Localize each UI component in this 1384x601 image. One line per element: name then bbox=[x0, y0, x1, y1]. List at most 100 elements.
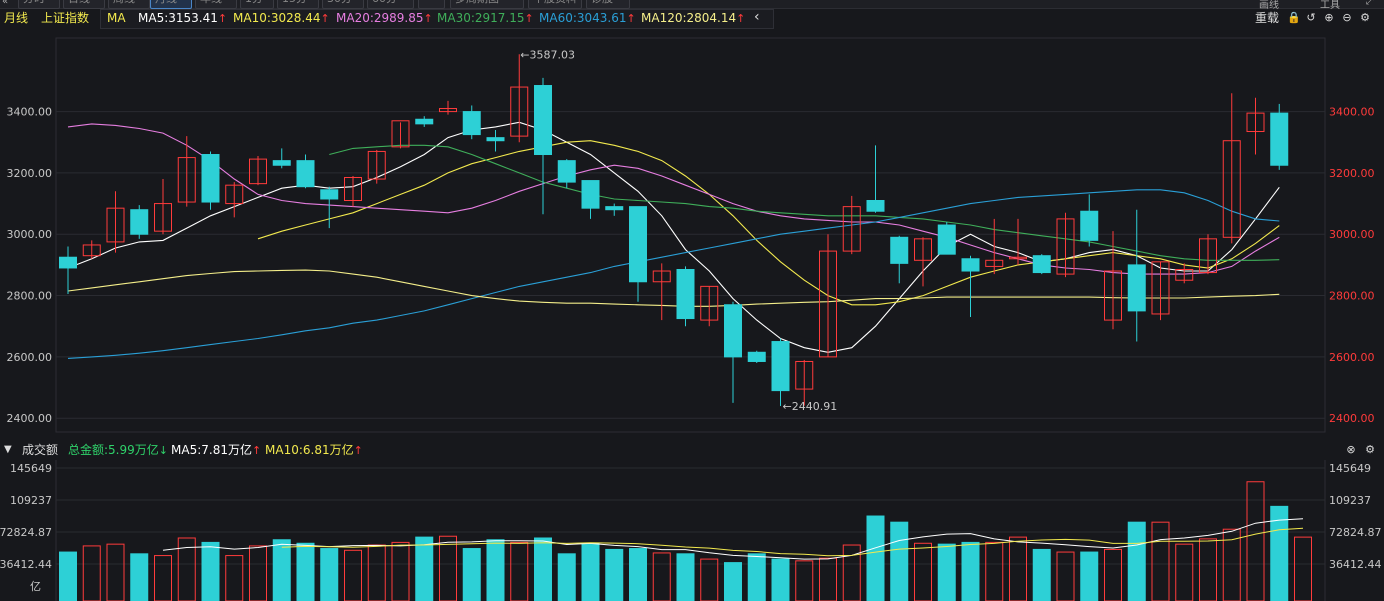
volume-bar bbox=[272, 539, 291, 601]
volume-bar bbox=[486, 539, 505, 601]
candle-body bbox=[415, 118, 434, 125]
volume-bar bbox=[1199, 538, 1217, 601]
vol-tick-left: 145649 bbox=[10, 462, 52, 475]
candle-body bbox=[1270, 112, 1289, 166]
y-tick-left: 2400.00 bbox=[7, 412, 53, 425]
candle-body bbox=[605, 206, 624, 211]
high-annotation: ←3587.03 bbox=[520, 48, 575, 61]
volume-bar bbox=[795, 560, 814, 601]
price-chart[interactable]: 3400.00 3400.00 3200.00 3200.00 3000.00 3000.… bbox=[0, 0, 1384, 440]
volume-bar bbox=[652, 552, 671, 601]
y-tick-right: 3200.00 bbox=[1329, 167, 1375, 180]
volume-bar bbox=[1080, 551, 1099, 601]
candle-body bbox=[59, 256, 77, 269]
volume-bar bbox=[130, 553, 149, 601]
candle-body bbox=[462, 111, 481, 136]
candle-body bbox=[272, 160, 291, 166]
candle-body bbox=[747, 351, 766, 362]
candle-body bbox=[534, 85, 552, 156]
volume-bar bbox=[1175, 543, 1194, 601]
candle-body bbox=[1032, 255, 1051, 274]
candle-body bbox=[1127, 264, 1146, 312]
candle-body bbox=[130, 209, 149, 235]
volume-title: 成交额 bbox=[22, 443, 59, 457]
y-tick-left: 3400.00 bbox=[7, 106, 53, 119]
volume-bar bbox=[320, 548, 339, 601]
volume-bar bbox=[866, 515, 885, 601]
volume-bar bbox=[59, 551, 77, 601]
volume-bar bbox=[1151, 521, 1170, 601]
volume-bar bbox=[937, 543, 956, 601]
candle-body bbox=[866, 200, 885, 212]
candle-body bbox=[629, 206, 647, 283]
candle-body bbox=[724, 304, 742, 358]
volume-bar bbox=[819, 557, 837, 601]
y-tick-right: 2600.00 bbox=[1329, 351, 1375, 364]
volume-settings-icon[interactable]: ⚙ bbox=[1364, 444, 1376, 456]
volume-bar bbox=[676, 553, 695, 601]
candle-body bbox=[1080, 210, 1099, 241]
volume-bar bbox=[747, 553, 766, 601]
vol-tick-right: 145649 bbox=[1329, 462, 1371, 475]
candle-body bbox=[320, 189, 339, 200]
candle-body bbox=[486, 137, 505, 142]
volume-bar bbox=[225, 555, 244, 601]
candle-body bbox=[961, 258, 980, 272]
volume-bar bbox=[534, 537, 552, 601]
low-annotation: ←2440.91 bbox=[783, 400, 838, 413]
volume-bar bbox=[1104, 548, 1122, 601]
volume-bar bbox=[249, 545, 267, 601]
volume-bar bbox=[961, 541, 980, 601]
candle-body bbox=[890, 236, 909, 264]
volume-bar bbox=[201, 541, 220, 601]
candle-body bbox=[557, 160, 576, 183]
y-tick-left: 2800.00 bbox=[7, 290, 53, 303]
close-volume-icon[interactable]: ⊗ bbox=[1345, 444, 1357, 456]
ma-line-ma10 bbox=[257, 140, 1280, 306]
volume-bar bbox=[771, 558, 790, 601]
y-tick-right: 3000.00 bbox=[1329, 228, 1375, 241]
ma-line-ma120 bbox=[67, 269, 1280, 307]
volume-bar bbox=[557, 553, 576, 601]
volume-bar bbox=[439, 535, 457, 601]
volume-bar bbox=[890, 521, 909, 601]
candle-body bbox=[201, 154, 220, 203]
volume-bar bbox=[391, 541, 410, 601]
vol-tick-right: 72824.87 bbox=[1329, 526, 1382, 539]
volume-bar bbox=[367, 544, 386, 601]
volume-bar bbox=[154, 555, 172, 601]
candle-body bbox=[771, 341, 790, 392]
vol-tick-right: 36412.44 bbox=[1329, 558, 1382, 571]
volume-bar bbox=[700, 558, 719, 601]
volume-ma10: MA10:6.81万亿↑ bbox=[265, 443, 363, 457]
volume-bar bbox=[1056, 551, 1075, 601]
y-tick-right: 3400.00 bbox=[1329, 106, 1375, 119]
price-plot-frame bbox=[55, 37, 1326, 433]
volume-bar bbox=[510, 541, 529, 601]
volume-bar bbox=[296, 542, 315, 601]
volume-bar bbox=[344, 549, 362, 601]
volume-chart[interactable]: 145649 145649 109237 109237 72824.87 72824.87… bbox=[0, 460, 1384, 601]
vol-unit-label: 亿 bbox=[30, 580, 41, 593]
vol-tick-left: 109237 bbox=[10, 494, 52, 507]
collapse-volume-icon[interactable]: ▼ bbox=[4, 441, 12, 459]
candle-body bbox=[581, 180, 600, 209]
volume-bar bbox=[82, 545, 101, 601]
vol-tick-left: 72824.87 bbox=[0, 526, 52, 539]
y-tick-right: 2800.00 bbox=[1329, 290, 1375, 303]
y-tick-right: 2400.00 bbox=[1329, 412, 1375, 425]
y-tick-left: 3200.00 bbox=[7, 167, 53, 180]
candle-body bbox=[937, 224, 956, 255]
volume-info-bar: ▼ 成交额 总金额:5.99万亿↓ MA5:7.81万亿↑ MA10:6.81万… bbox=[0, 440, 1384, 460]
volume-bar bbox=[1032, 548, 1051, 601]
volume-bar bbox=[1127, 521, 1146, 601]
y-tick-left: 3000.00 bbox=[7, 228, 53, 241]
vol-tick-right: 109237 bbox=[1329, 494, 1371, 507]
candle-body bbox=[676, 268, 695, 320]
volume-bar bbox=[106, 543, 125, 601]
volume-bar bbox=[605, 548, 624, 601]
volume-total: 总金额:5.99万亿↓ bbox=[68, 443, 168, 457]
volume-bar bbox=[985, 541, 1004, 601]
volume-bar bbox=[462, 548, 481, 601]
volume-bar bbox=[1009, 536, 1027, 601]
